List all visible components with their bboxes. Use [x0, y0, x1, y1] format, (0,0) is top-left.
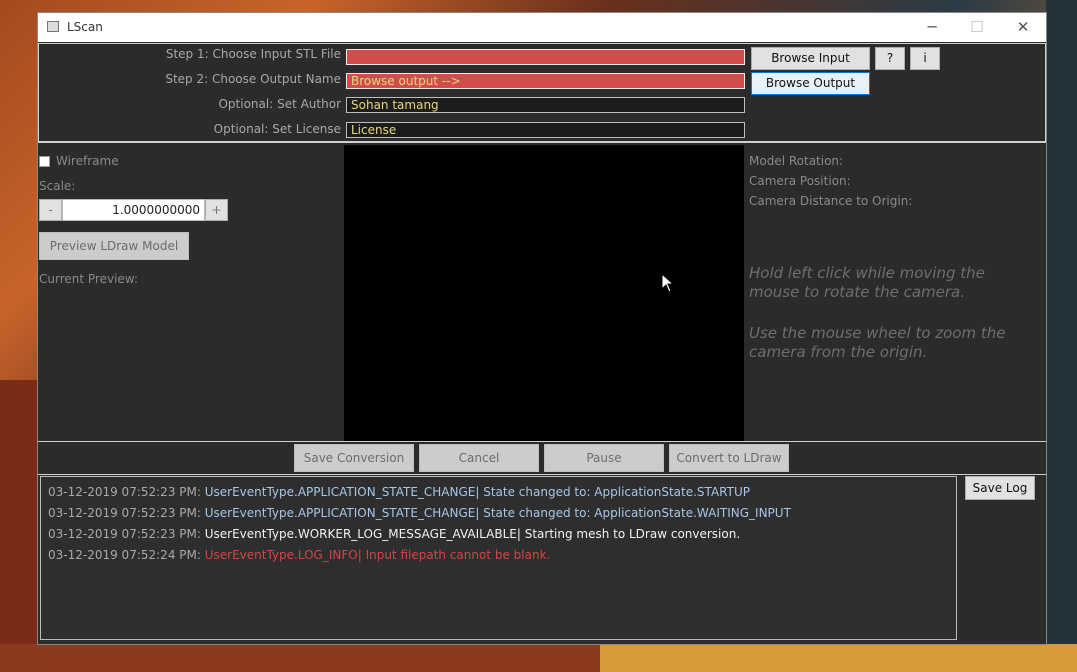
divider: [38, 474, 1046, 475]
scale-decrement-button[interactable]: -: [39, 199, 62, 221]
info-button[interactable]: i: [910, 47, 940, 70]
log-entry: 03-12-2019 07:52:24 PM: UserEventType.LO…: [48, 548, 551, 562]
title-bar: LScan ─ ☐ ✕: [38, 13, 1046, 42]
author-field[interactable]: Sohan tamang: [346, 97, 745, 113]
camera-position-label: Camera Position:: [749, 174, 851, 188]
scale-increment-button[interactable]: +: [205, 199, 228, 221]
current-preview-label: Current Preview:: [39, 272, 138, 286]
license-field[interactable]: License: [346, 122, 745, 138]
step2-label: Step 2: Choose Output Name: [165, 72, 341, 86]
zoom-hint: Use the mouse wheel to zoom the camera f…: [749, 324, 1006, 361]
log-entry: 03-12-2019 07:52:23 PM: UserEventType.WO…: [48, 527, 741, 541]
wallpaper-shape: [0, 644, 600, 672]
input-file-field[interactable]: [346, 49, 745, 65]
scale-label: Scale:: [39, 179, 76, 193]
save-log-button[interactable]: Save Log: [965, 476, 1035, 500]
browse-output-button[interactable]: Browse Output: [751, 72, 870, 95]
log-entry: 03-12-2019 07:52:23 PM: UserEventType.AP…: [48, 485, 750, 499]
minimize-button[interactable]: ─: [909, 13, 955, 42]
convert-button[interactable]: Convert to LDraw: [669, 444, 789, 472]
browse-input-button[interactable]: Browse Input: [751, 47, 870, 70]
wireframe-label: Wireframe: [56, 154, 119, 168]
input-panel: Step 1: Choose Input STL File Step 2: Ch…: [38, 43, 1046, 142]
preview-ldraw-button[interactable]: Preview LDraw Model: [39, 232, 189, 260]
maximize-button[interactable]: ☐: [954, 13, 1000, 42]
author-label: Optional: Set Author: [218, 97, 341, 111]
output-name-field[interactable]: Browse output -->: [346, 73, 745, 89]
app-window: LScan ─ ☐ ✕ Step 1: Choose Input STL Fil…: [38, 13, 1046, 644]
log-entry: 03-12-2019 07:52:23 PM: UserEventType.AP…: [48, 506, 791, 520]
wireframe-checkbox[interactable]: [39, 156, 50, 167]
log-output[interactable]: 03-12-2019 07:52:23 PM: UserEventType.AP…: [40, 476, 957, 640]
app-icon: [47, 21, 59, 32]
pause-button[interactable]: Pause: [544, 444, 664, 472]
close-button[interactable]: ✕: [1000, 13, 1046, 42]
3d-viewport[interactable]: [344, 145, 744, 441]
wallpaper-shape: [600, 644, 1077, 672]
save-conversion-button[interactable]: Save Conversion: [294, 444, 414, 472]
license-label: Optional: Set License: [213, 122, 341, 136]
wallpaper-shape: [1046, 0, 1077, 672]
rotate-hint: Hold left click while moving the mouse t…: [749, 264, 985, 301]
camera-distance-label: Camera Distance to Origin:: [749, 194, 913, 208]
step1-label: Step 1: Choose Input STL File: [165, 47, 341, 61]
scale-input[interactable]: 1.0000000000: [62, 199, 205, 221]
mouse-cursor-icon: [661, 273, 675, 293]
help-button[interactable]: ?: [875, 47, 905, 70]
preview-panel: Wireframe Scale: - 1.0000000000 + Previe…: [38, 142, 1046, 442]
cancel-button[interactable]: Cancel: [419, 444, 539, 472]
wallpaper-shape: [0, 380, 38, 672]
model-rotation-label: Model Rotation:: [749, 154, 844, 168]
window-title: LScan: [67, 20, 103, 34]
